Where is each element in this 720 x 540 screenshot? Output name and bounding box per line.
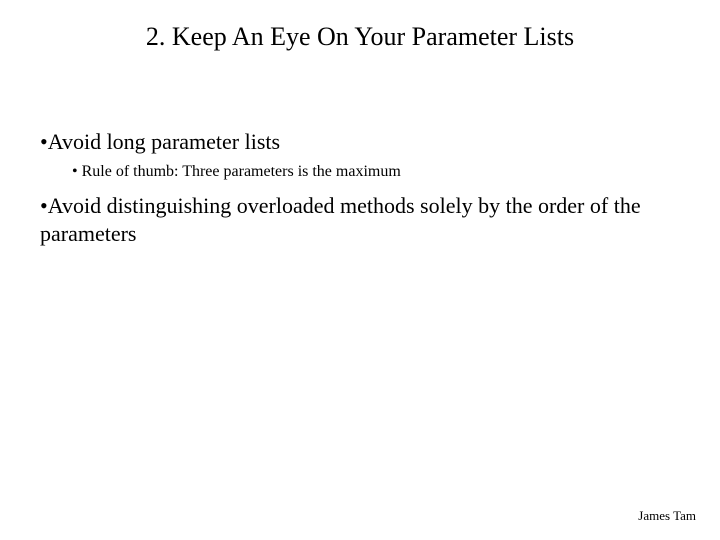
slide-footer: James Tam	[638, 508, 696, 524]
bullet-level1: •Avoid distinguishing overloaded methods…	[40, 192, 680, 247]
slide-body: •Avoid long parameter lists • Rule of th…	[40, 128, 680, 253]
bullet-icon: •	[40, 192, 48, 220]
bullet-level2: • Rule of thumb: Three parameters is the…	[72, 162, 680, 183]
bullet-level1: •Avoid long parameter lists	[40, 128, 680, 156]
bullet-icon: •	[40, 128, 48, 156]
bullet-text: Avoid long parameter lists	[48, 129, 280, 154]
bullet-text: Rule of thumb: Three parameters is the m…	[82, 163, 401, 180]
bullet-text: Avoid distinguishing overloaded methods …	[40, 193, 641, 246]
slide-title: 2. Keep An Eye On Your Parameter Lists	[0, 22, 720, 52]
slide: 2. Keep An Eye On Your Parameter Lists •…	[0, 0, 720, 540]
bullet-icon: •	[72, 162, 78, 183]
